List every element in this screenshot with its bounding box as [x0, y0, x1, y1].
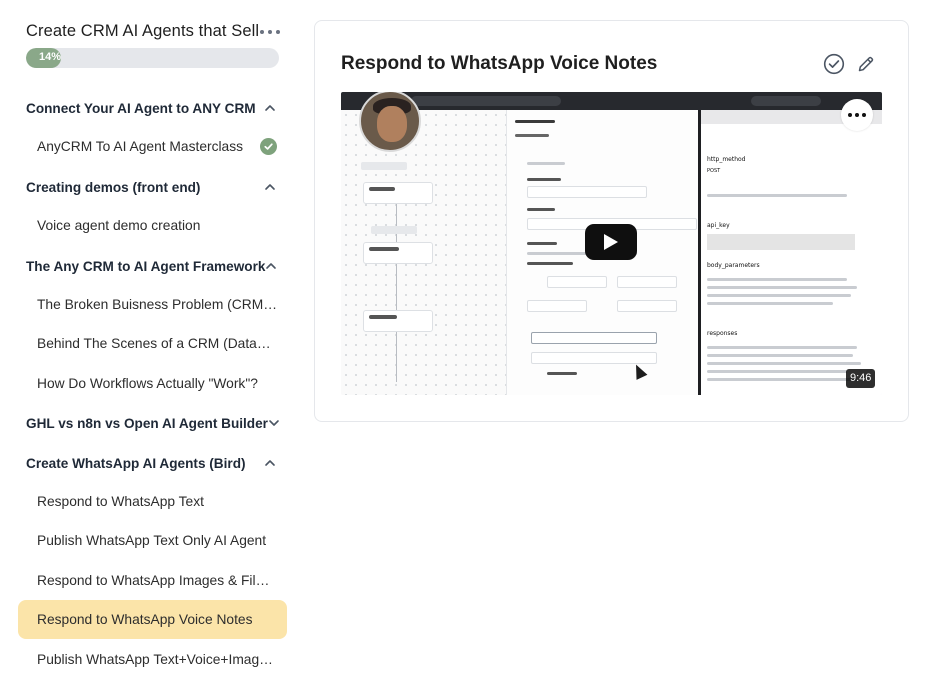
course-title: Create CRM AI Agents that Sell: [26, 22, 260, 40]
course-header: Create CRM AI Agents that Sell: [26, 22, 284, 44]
lesson-card: Respond to WhatsApp Voice Notes http_met…: [314, 20, 909, 422]
lesson-behind-the-scenes-crm[interactable]: Behind The Scenes of a CRM (Database): [18, 324, 287, 363]
section-connect-ai-agent-to-any-crm[interactable]: Connect Your AI Agent to ANY CRM: [26, 96, 280, 120]
lesson-label: Behind The Scenes of a CRM (Database): [37, 336, 277, 351]
section-any-crm-framework[interactable]: The Any CRM to AI Agent Framework: [26, 254, 280, 278]
lesson-label: Respond to WhatsApp Images & Files/P...: [37, 573, 277, 588]
video-api-docs-panel: http_method POST api_key body_parameters…: [701, 110, 882, 395]
section-label: The Any CRM to AI Agent Framework: [26, 258, 266, 274]
video-duration-badge: 9:46: [846, 369, 876, 388]
lesson-label: Publish WhatsApp Text Only AI Agent: [37, 533, 267, 548]
lesson-respond-whatsapp-text[interactable]: Respond to WhatsApp Text: [18, 482, 287, 521]
chevron-down-icon: [268, 416, 280, 430]
lesson-publish-whatsapp-text-agent[interactable]: Publish WhatsApp Text Only AI Agent: [18, 521, 287, 560]
lesson-respond-whatsapp-images[interactable]: Respond to WhatsApp Images & Files/P...: [18, 561, 287, 600]
section-create-whatsapp-agents[interactable]: Create WhatsApp AI Agents (Bird): [26, 451, 280, 475]
mark-complete-check-icon[interactable]: [823, 53, 845, 75]
lesson-publish-whatsapp-multimodal[interactable]: Publish WhatsApp Text+Voice+Image+F...: [18, 640, 287, 679]
chevron-up-icon: [263, 180, 277, 194]
lesson-video-player[interactable]: http_method POST api_key body_parameters…: [341, 92, 882, 395]
video-more-options-icon[interactable]: [841, 99, 873, 131]
chevron-up-icon: [263, 456, 277, 470]
lesson-title: Respond to WhatsApp Voice Notes: [341, 53, 658, 74]
video-presenter-avatar: [359, 92, 421, 152]
completed-check-icon: [260, 138, 277, 155]
lesson-label: Publish WhatsApp Text+Voice+Image+F...: [37, 652, 277, 667]
course-progress-label: 14%: [39, 51, 62, 63]
lesson-label: AnyCRM To AI Agent Masterclass: [37, 139, 244, 154]
course-progress-bar: 14%: [26, 48, 279, 68]
lesson-respond-whatsapp-voice-notes[interactable]: Respond to WhatsApp Voice Notes: [18, 600, 287, 639]
lesson-label: Voice agent demo creation: [37, 218, 201, 233]
chevron-up-icon: [263, 101, 277, 115]
edit-pencil-icon[interactable]: [856, 54, 876, 74]
course-sidebar: Create CRM AI Agents that Sell 14% Conne…: [0, 0, 300, 680]
lesson-voice-agent-demo-creation[interactable]: Voice agent demo creation: [18, 206, 287, 245]
course-more-options-icon[interactable]: [260, 25, 280, 39]
lesson-how-workflows-work[interactable]: How Do Workflows Actually "Work"?: [18, 364, 287, 403]
section-ghl-vs-n8n[interactable]: GHL vs n8n vs Open AI Agent Builder: [26, 411, 280, 435]
lesson-label: How Do Workflows Actually "Work"?: [37, 376, 258, 391]
lesson-label: Respond to WhatsApp Text: [37, 494, 204, 509]
section-label: Creating demos (front end): [26, 179, 201, 195]
lesson-label: Respond to WhatsApp Voice Notes: [37, 612, 253, 627]
video-workflow-canvas: [341, 110, 506, 395]
lesson-anycrm-masterclass[interactable]: AnyCRM To AI Agent Masterclass: [18, 127, 287, 166]
section-label: GHL vs n8n vs Open AI Agent Builder: [26, 415, 268, 431]
lesson-broken-business-problem[interactable]: The Broken Buisness Problem (CRM's 1...: [18, 285, 287, 324]
section-label: Connect Your AI Agent to ANY CRM: [26, 100, 256, 116]
section-creating-demos[interactable]: Creating demos (front end): [26, 175, 280, 199]
section-label: Create WhatsApp AI Agents (Bird): [26, 455, 246, 471]
chevron-up-icon: [265, 259, 277, 273]
lesson-label: The Broken Buisness Problem (CRM's 1...: [37, 297, 277, 312]
video-play-icon[interactable]: [585, 224, 637, 260]
